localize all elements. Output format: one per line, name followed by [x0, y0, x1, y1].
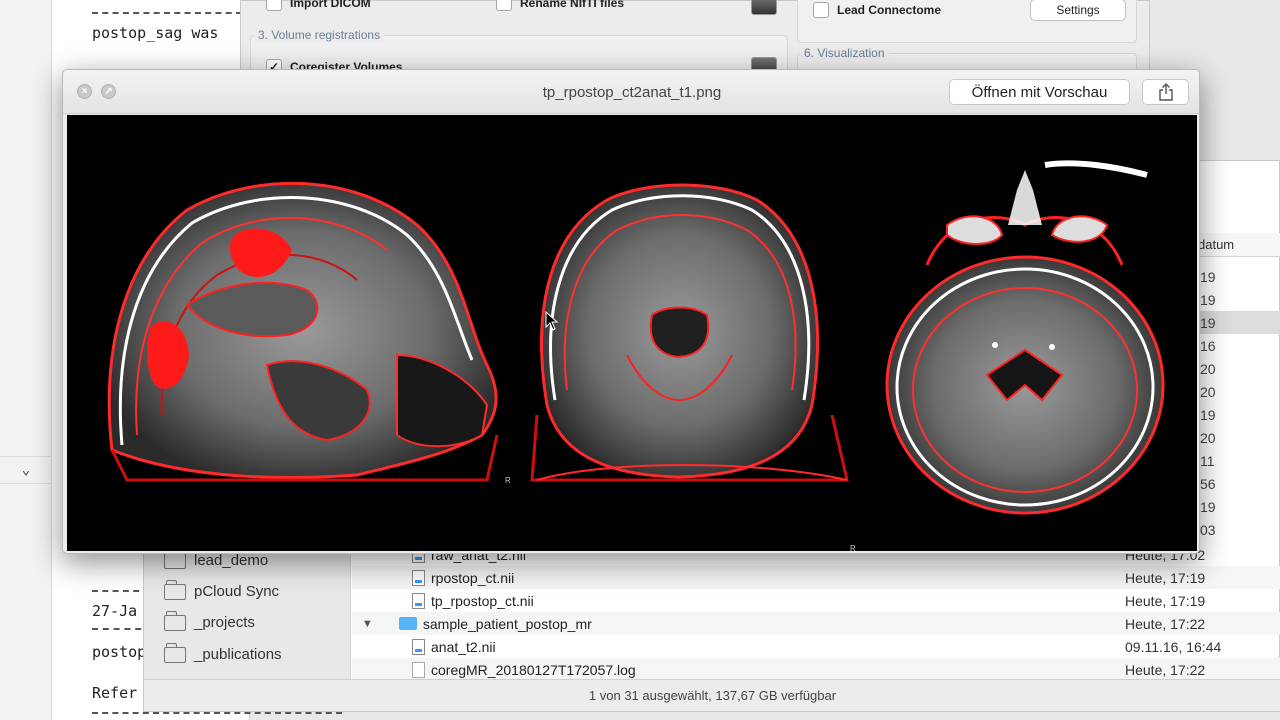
date-cell: 19	[1200, 268, 1216, 285]
file-date: Heute, 17:22	[1125, 615, 1206, 632]
orientation-marker: R	[505, 476, 511, 485]
share-icon	[1158, 83, 1173, 101]
lead-connectome-option[interactable]: Lead Connectome	[813, 2, 941, 18]
file-date: Heute, 17:19	[1125, 569, 1206, 586]
file-row[interactable]: tp_rpostop_ct.nii Heute, 17:19	[352, 589, 1280, 612]
terminal-line: postop	[92, 643, 147, 661]
sidebar-item-publications[interactable]: _publications	[164, 642, 282, 663]
rename-nifti-label: Rename NIfTI files	[520, 0, 625, 10]
tool-icon[interactable]	[751, 0, 777, 15]
file-name: tp_rpostop_ct.nii	[431, 592, 534, 609]
date-cell: 19	[1200, 291, 1216, 308]
import-dicom-checkbox[interactable]	[266, 0, 282, 11]
lead-connectome-label: Lead Connectome	[837, 3, 942, 17]
date-cell: 19	[1196, 311, 1280, 334]
section-3-label: 3. Volume registrations	[254, 28, 385, 42]
terminal-separator	[92, 12, 242, 14]
sidebar-item-pcloud-sync[interactable]: pCloud Sync	[164, 579, 280, 600]
file-row[interactable]: coregMR_20180127T172057.log Heute, 17:22	[352, 658, 1280, 681]
file-name: coregMR_20180127T172057.log	[431, 661, 636, 678]
orientation-marker: R	[850, 544, 856, 551]
disclosure-triangle-icon[interactable]: ▼	[362, 618, 373, 630]
date-cell: 20	[1200, 360, 1216, 377]
doc-icon	[412, 592, 425, 609]
date-cell: 56	[1200, 475, 1216, 492]
date-cell: 20	[1200, 429, 1216, 446]
chevron-down-icon[interactable]: ⌄	[0, 456, 52, 484]
fullscreen-icon[interactable]: ↗	[101, 84, 116, 99]
folder-icon	[164, 610, 186, 631]
lead-connectome-checkbox[interactable]	[813, 2, 829, 18]
quicklook-window: × ↗ tp_rpostop_ct2anat_t1.png Öffnen mit…	[62, 69, 1200, 554]
quicklook-titlebar[interactable]: × ↗ tp_rpostop_ct2anat_t1.png Öffnen mit…	[63, 70, 1199, 114]
share-button[interactable]	[1142, 79, 1189, 105]
coronal-slice	[530, 183, 849, 482]
folder-icon	[164, 579, 186, 600]
doc-icon	[412, 638, 425, 655]
import-dicom-option[interactable]: Import DICOM	[266, 0, 371, 11]
doc-icon	[412, 569, 425, 586]
date-cell: 19	[1200, 498, 1216, 515]
file-date: 09.11.16, 16:44	[1125, 638, 1222, 655]
sidebar-item-label: pCloud Sync	[194, 583, 280, 600]
file-date: Heute, 17:22	[1125, 661, 1206, 678]
folder-icon	[164, 548, 186, 569]
file-row[interactable]: ▼ sample_patient_postop_mr Heute, 17:22	[352, 612, 1280, 635]
terminal-line: 27-Ja	[92, 602, 138, 620]
date-cell: 11	[1200, 452, 1215, 469]
sidebar-item-label: _publications	[194, 646, 282, 663]
date-cell: 03	[1200, 521, 1216, 538]
date-cell: 19	[1200, 406, 1216, 423]
mri-ct-overlay-image: R R	[67, 115, 1197, 553]
blank-file-icon	[412, 661, 425, 678]
close-icon[interactable]: ×	[77, 84, 92, 99]
settings-button[interactable]: Settings	[1030, 0, 1126, 21]
sagittal-slice	[107, 181, 499, 482]
sidebar-item-label: _projects	[194, 614, 255, 631]
file-row[interactable]: anat_t2.nii 09.11.16, 16:44	[352, 635, 1280, 658]
sidebar-item-projects[interactable]: _projects	[164, 610, 255, 631]
axial-slice	[885, 160, 1165, 515]
date-cell: 20	[1200, 383, 1216, 400]
rename-nifti-checkbox[interactable]	[496, 0, 512, 11]
file-row[interactable]: rpostop_ct.nii Heute, 17:19	[352, 566, 1280, 589]
open-with-preview-button[interactable]: Öffnen mit Vorschau	[949, 79, 1130, 105]
date-cell: 16	[1200, 337, 1216, 354]
date-column-header[interactable]: datum	[1196, 233, 1280, 257]
terminal-line: Refer	[92, 684, 138, 702]
terminal-separator	[92, 712, 342, 714]
folder-icon	[398, 617, 417, 630]
mouse-cursor-icon	[545, 311, 559, 331]
terminal-side-panel	[0, 0, 52, 720]
section-6-label: 6. Visualization	[800, 46, 889, 60]
terminal-line: postop_sag was	[92, 24, 219, 42]
folder-icon	[164, 642, 186, 663]
sidebar-item-label: lead_demo	[194, 552, 269, 569]
finder-status-bar: 1 von 31 ausgewählt, 137,67 GB verfügbar	[144, 679, 1280, 711]
rename-nifti-option[interactable]: Rename NIfTI files	[496, 0, 624, 11]
sidebar-item-lead-demo[interactable]: lead_demo	[164, 548, 269, 569]
file-date: Heute, 17:19	[1125, 592, 1206, 609]
file-name: anat_t2.nii	[431, 638, 496, 655]
import-dicom-label: Import DICOM	[290, 0, 371, 10]
file-name: rpostop_ct.nii	[431, 569, 515, 586]
file-name: sample_patient_postop_mr	[422, 615, 592, 632]
